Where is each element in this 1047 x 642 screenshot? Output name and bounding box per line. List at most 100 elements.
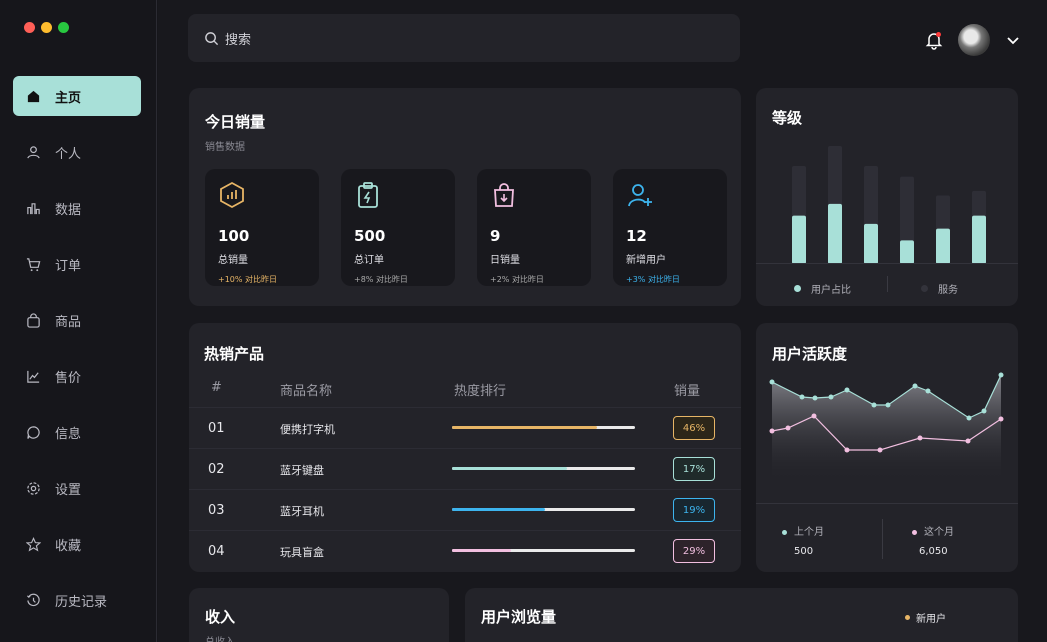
sidebar-item-label: 历史记录	[55, 594, 108, 610]
stat-total-sales[interactable]: 100 总销量 +10% 对比昨日	[205, 169, 319, 286]
search-icon	[205, 31, 219, 45]
user-icon	[25, 144, 41, 160]
stat-change: +2% 对比昨日	[490, 275, 544, 284]
stat-value: 100	[218, 227, 250, 245]
popularity-bar-fill	[452, 549, 511, 552]
row-index: 02	[208, 462, 225, 477]
card-subtitle: 销售数据	[205, 142, 245, 153]
stat-label: 总订单	[354, 255, 384, 266]
stat-change: +10% 对比昨日	[218, 275, 278, 284]
notification-bell-icon[interactable]	[924, 30, 944, 50]
level-bar	[792, 215, 806, 264]
row-index: 01	[208, 421, 225, 436]
main-content: 搜索 今日销量 销售数据 100 总销量 +10% 对比昨日 500 总订单 +…	[158, 0, 1047, 642]
sidebar-item-label: 个人	[55, 146, 82, 162]
sidebar-item-profile[interactable]: 个人	[13, 132, 141, 172]
level-bar	[972, 215, 986, 264]
table-row[interactable]: 02 蓝牙键盘 17%	[189, 448, 741, 489]
sales-badge: 17%	[673, 457, 715, 481]
user-activity-card: 用户活跃度 上个月 500 这个月 6,050	[756, 323, 1018, 572]
row-index: 03	[208, 503, 225, 518]
add-user-icon	[628, 184, 652, 207]
this-month-value: 6,050	[919, 546, 948, 557]
chevron-down-icon[interactable]	[1005, 32, 1021, 48]
legend-this-month: 这个月 6,050	[912, 523, 954, 557]
card-title: 等级	[772, 109, 803, 127]
sidebar-item-favorites[interactable]: 收藏	[13, 524, 141, 564]
level-bar	[828, 203, 842, 264]
user-views-card: 用户浏览量 新用户	[465, 588, 1018, 642]
sales-badge: 19%	[673, 498, 715, 522]
sales-badge: 46%	[673, 416, 715, 440]
sidebar-item-products[interactable]: 商品	[13, 300, 141, 340]
legend-label: 新用户	[916, 614, 946, 625]
sidebar-nav: 主页 个人 数据 订单 商品 售价 信息 设置 收藏 历史记录	[13, 76, 141, 636]
stat-label: 日销量	[490, 255, 520, 266]
popularity-bar-fill	[452, 508, 546, 511]
today-sales-card: 今日销量 销售数据 100 总销量 +10% 对比昨日 500 总订单 +8% …	[189, 88, 741, 306]
sales-badge: 29%	[673, 539, 715, 563]
avatar[interactable]	[958, 24, 990, 56]
sidebar-item-orders[interactable]: 订单	[13, 244, 141, 284]
sidebar-item-label: 商品	[55, 314, 82, 330]
table-header: # 商品名称 热度排行 销量	[189, 380, 741, 408]
bar-chart-icon	[25, 200, 41, 216]
column-header: 商品名称	[280, 384, 333, 399]
legend-new-users: 新用户	[905, 610, 946, 625]
level-bar	[936, 228, 950, 264]
settings-icon	[25, 480, 41, 496]
card-title: 今日销量	[205, 113, 266, 131]
stat-daily-sales[interactable]: 9 日销量 +2% 对比昨日	[477, 169, 591, 286]
table-row[interactable]: 04 玩具盲盒 29%	[189, 530, 741, 571]
hot-products-card: 热销产品 # 商品名称 热度排行 销量 01 便携打字机 46% 02 蓝牙键盘…	[189, 323, 741, 572]
product-name: 蓝牙键盘	[280, 464, 324, 477]
income-card: 收入 总收入	[189, 588, 449, 642]
minimize-window-button[interactable]	[41, 22, 52, 33]
cart-icon	[25, 256, 41, 272]
table-row[interactable]: 01 便携打字机 46%	[189, 407, 741, 448]
stat-label: 总销量	[218, 255, 248, 266]
column-header: #	[211, 380, 222, 395]
zoom-window-button[interactable]	[58, 22, 69, 33]
sidebar-item-settings[interactable]: 设置	[13, 468, 141, 508]
sidebar-item-history[interactable]: 历史记录	[13, 580, 141, 620]
popularity-bar	[452, 508, 635, 511]
line-chart-icon	[25, 368, 41, 384]
sidebar-item-messages[interactable]: 信息	[13, 412, 141, 452]
stat-new-users[interactable]: 12 新增用户 +3% 对比昨日	[613, 169, 727, 286]
card-subtitle: 总收入	[205, 633, 235, 642]
sidebar-item-label: 信息	[55, 426, 82, 442]
sidebar-item-home[interactable]: 主页	[13, 76, 141, 116]
stat-value: 9	[490, 227, 501, 245]
message-icon	[25, 424, 41, 440]
level-bar	[900, 240, 914, 264]
popularity-bar-fill	[452, 426, 597, 429]
stat-label: 新增用户	[626, 255, 666, 266]
legend-label: 用户占比	[811, 285, 851, 296]
product-name: 便携打字机	[280, 423, 335, 436]
popularity-bar	[452, 467, 635, 470]
stat-total-orders[interactable]: 500 总订单 +8% 对比昨日	[341, 169, 455, 286]
hexagon-chart-icon	[220, 181, 244, 209]
card-title: 收入	[205, 608, 236, 626]
sidebar-item-pricing[interactable]: 售价	[13, 356, 141, 396]
divider	[882, 519, 883, 559]
stat-value: 500	[354, 227, 386, 245]
legend-service: 服务	[921, 281, 958, 296]
divider	[756, 263, 1018, 264]
legend-last-month: 上个月 500	[782, 523, 824, 557]
shopping-bag-icon	[494, 183, 514, 207]
stat-value: 12	[626, 227, 647, 245]
sidebar-item-data[interactable]: 数据	[13, 188, 141, 228]
activity-area-chart	[769, 372, 1004, 478]
legend-user-share: 用户占比	[794, 281, 851, 296]
last-month-value: 500	[794, 546, 814, 557]
history-icon	[25, 592, 41, 608]
search-input[interactable]: 搜索	[188, 14, 740, 62]
close-window-button[interactable]	[24, 22, 35, 33]
level-bar-chart	[792, 146, 986, 264]
sidebar: 主页 个人 数据 订单 商品 售价 信息 设置 收藏 历史记录	[0, 0, 157, 642]
table-row[interactable]: 03 蓝牙耳机 19%	[189, 489, 741, 530]
popularity-bar	[452, 426, 635, 429]
legend-label: 上个月	[794, 527, 824, 538]
